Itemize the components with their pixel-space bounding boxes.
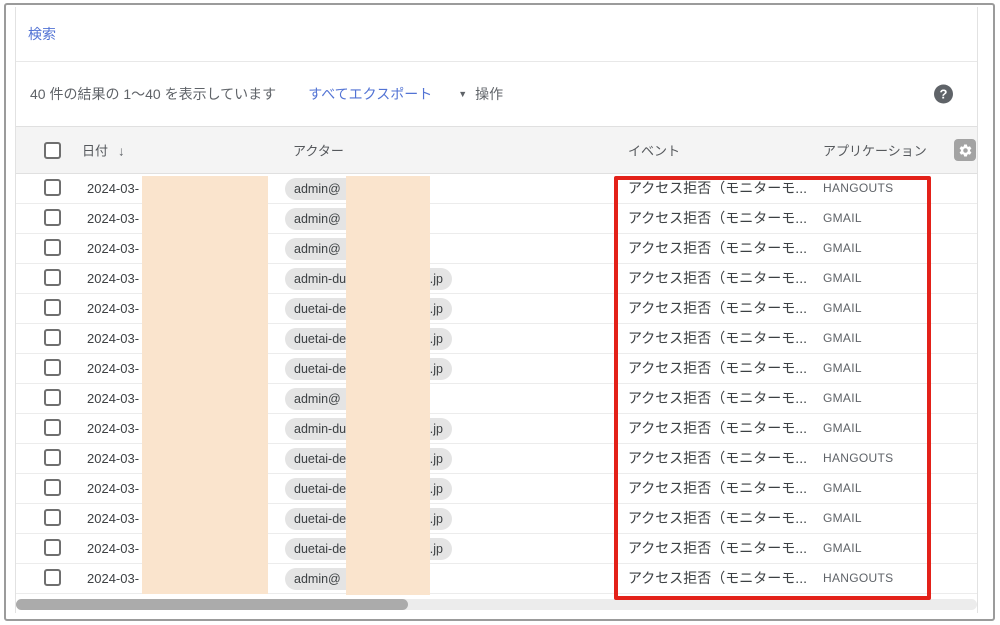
row-checkbox[interactable] xyxy=(44,569,61,586)
column-header-event[interactable]: イベント xyxy=(628,141,680,160)
date-cell: 2024-03- xyxy=(87,271,140,286)
column-header-application[interactable]: アプリケーション xyxy=(823,141,927,160)
date-cell: 2024-03- xyxy=(87,211,140,226)
actor-suffix: .jp xyxy=(429,362,443,376)
actor-suffix: .jp xyxy=(429,542,443,556)
row-checkbox[interactable] xyxy=(44,299,61,316)
redaction-overlay-date xyxy=(142,176,268,594)
actor-prefix: admin@ xyxy=(294,212,341,226)
actor-prefix: duetai-de xyxy=(294,362,347,376)
row-checkbox[interactable] xyxy=(44,539,61,556)
toolbar: 40 件の結果の 1～40 を表示しています すべてエクスポート ▼ 操作 ? xyxy=(16,62,977,127)
actor-prefix: admin@ xyxy=(294,242,341,256)
table-header-row: 日付 ↓ アクター イベント アプリケーション xyxy=(16,127,977,174)
date-cell: 2024-03- xyxy=(87,331,140,346)
actor-prefix: duetai-de xyxy=(294,482,347,496)
horizontal-scrollbar[interactable] xyxy=(16,599,977,610)
actor-suffix: .jp xyxy=(429,452,443,466)
date-cell: 2024-03- xyxy=(87,301,140,316)
row-checkbox[interactable] xyxy=(44,479,61,496)
audit-log-panel: 検索 40 件の結果の 1～40 を表示しています すべてエクスポート ▼ 操作… xyxy=(15,7,978,613)
actor-suffix: .jp xyxy=(429,422,443,436)
row-checkbox[interactable] xyxy=(44,239,61,256)
actor-prefix: admin@ xyxy=(294,182,341,196)
highlight-red-box xyxy=(614,176,931,600)
actor-prefix: duetai-de xyxy=(294,332,347,346)
row-checkbox[interactable] xyxy=(44,449,61,466)
actor-prefix: admin-du xyxy=(294,422,347,436)
row-checkbox[interactable] xyxy=(44,209,61,226)
date-cell: 2024-03- xyxy=(87,481,140,496)
actor-prefix: duetai-de xyxy=(294,512,347,526)
row-checkbox[interactable] xyxy=(44,329,61,346)
row-checkbox[interactable] xyxy=(44,419,61,436)
help-icon[interactable]: ? xyxy=(934,84,953,104)
column-header-date[interactable]: 日付 ↓ xyxy=(82,141,125,160)
gear-icon xyxy=(959,143,971,156)
column-header-actor[interactable]: アクター xyxy=(293,141,344,160)
search-row: 検索 xyxy=(16,7,977,62)
actor-prefix: duetai-de xyxy=(294,452,347,466)
row-checkbox[interactable] xyxy=(44,509,61,526)
row-checkbox[interactable] xyxy=(44,359,61,376)
row-checkbox[interactable] xyxy=(44,179,61,196)
column-settings-button[interactable] xyxy=(954,139,976,161)
export-all-link[interactable]: すべてエクスポート xyxy=(308,84,432,104)
row-checkbox[interactable] xyxy=(44,269,61,286)
actor-prefix: admin@ xyxy=(294,392,341,406)
date-cell: 2024-03- xyxy=(87,451,140,466)
actor-suffix: .jp xyxy=(429,512,443,526)
actor-prefix: duetai-de xyxy=(294,302,347,316)
actions-dropdown[interactable]: ▼ 操作 xyxy=(458,84,503,104)
date-cell: 2024-03- xyxy=(87,241,140,256)
select-all-checkbox[interactable] xyxy=(44,142,61,159)
redaction-overlay-actor xyxy=(346,176,430,595)
actor-suffix: .jp xyxy=(429,272,443,286)
date-cell: 2024-03- xyxy=(87,391,140,406)
window-frame: 検索 40 件の結果の 1～40 を表示しています すべてエクスポート ▼ 操作… xyxy=(4,3,995,621)
results-count-text: 40 件の結果の 1～40 を表示しています xyxy=(30,86,277,102)
actor-prefix: duetai-de xyxy=(294,542,347,556)
date-cell: 2024-03- xyxy=(87,421,140,436)
actions-dropdown-label: 操作 xyxy=(475,86,504,102)
date-cell: 2024-03- xyxy=(87,541,140,556)
actor-suffix: .jp xyxy=(429,482,443,496)
actor-prefix: admin-du xyxy=(294,272,347,286)
scrollbar-thumb[interactable] xyxy=(16,599,408,610)
actor-suffix: .jp xyxy=(429,332,443,346)
date-cell: 2024-03- xyxy=(87,571,140,586)
actor-prefix: admin@ xyxy=(294,572,341,586)
sort-descending-icon[interactable]: ↓ xyxy=(118,144,125,159)
row-checkbox[interactable] xyxy=(44,389,61,406)
search-link[interactable]: 検索 xyxy=(28,24,56,44)
date-cell: 2024-03- xyxy=(87,181,140,196)
chevron-down-icon: ▼ xyxy=(458,88,468,99)
actor-suffix: .jp xyxy=(429,302,443,316)
date-cell: 2024-03- xyxy=(87,361,140,376)
date-cell: 2024-03- xyxy=(87,511,140,526)
